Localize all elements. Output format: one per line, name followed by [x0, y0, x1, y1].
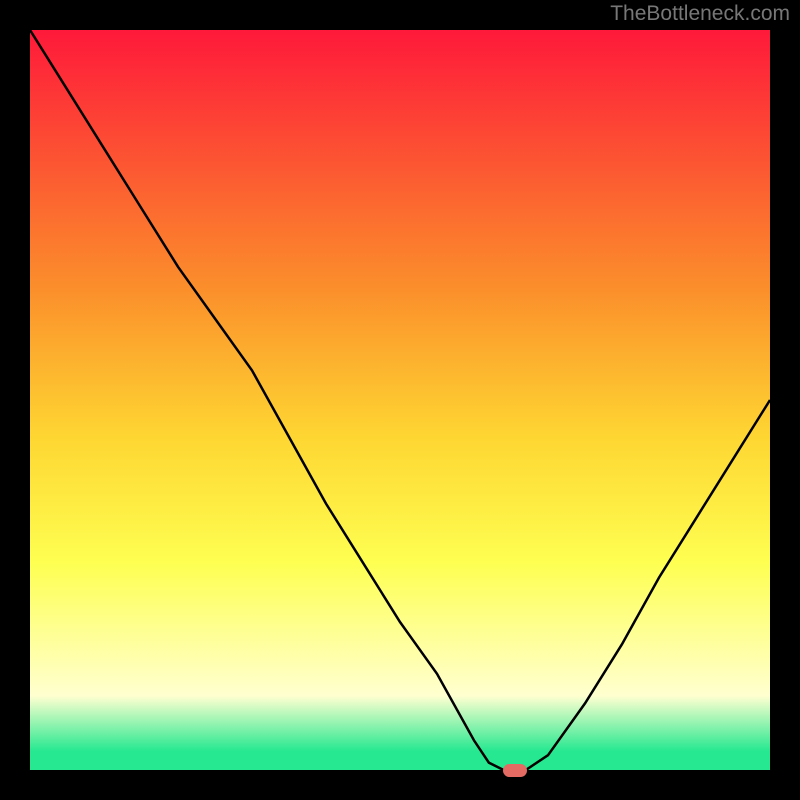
- optimum-marker: [503, 764, 527, 777]
- plot-svg: [30, 30, 770, 770]
- background-gradient: [30, 30, 770, 770]
- plot-area: [30, 30, 770, 770]
- chart-container: TheBottleneck.com: [0, 0, 800, 800]
- watermark-text: TheBottleneck.com: [610, 2, 790, 26]
